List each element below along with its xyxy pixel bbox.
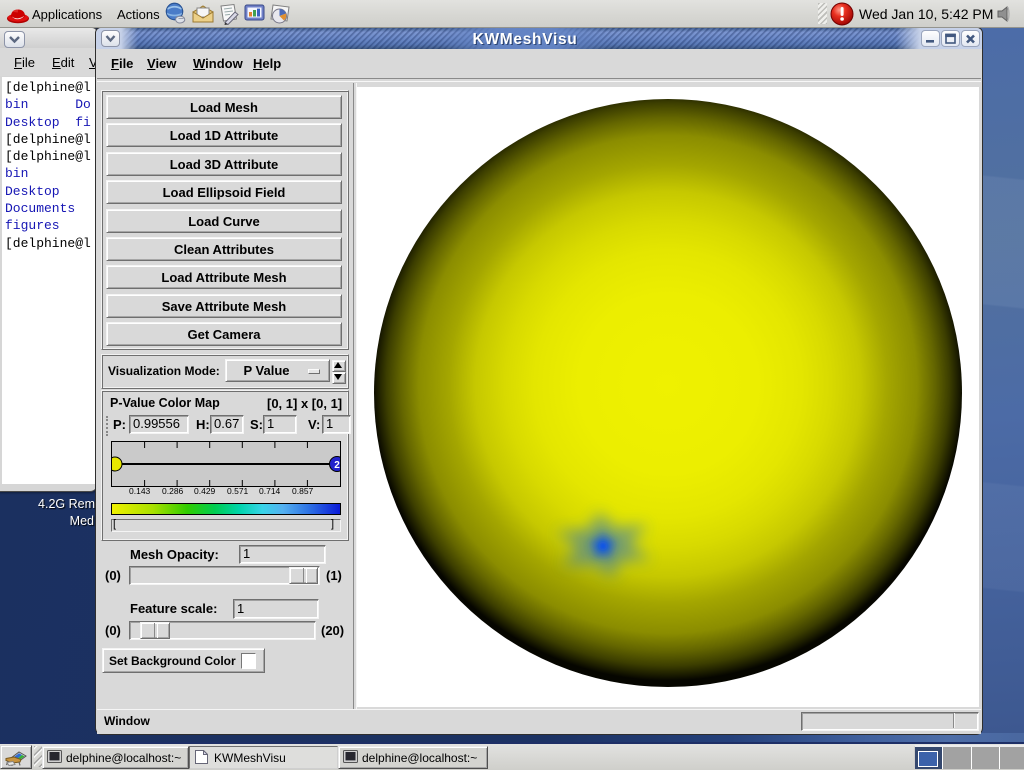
svg-text:2: 2 bbox=[334, 460, 340, 471]
